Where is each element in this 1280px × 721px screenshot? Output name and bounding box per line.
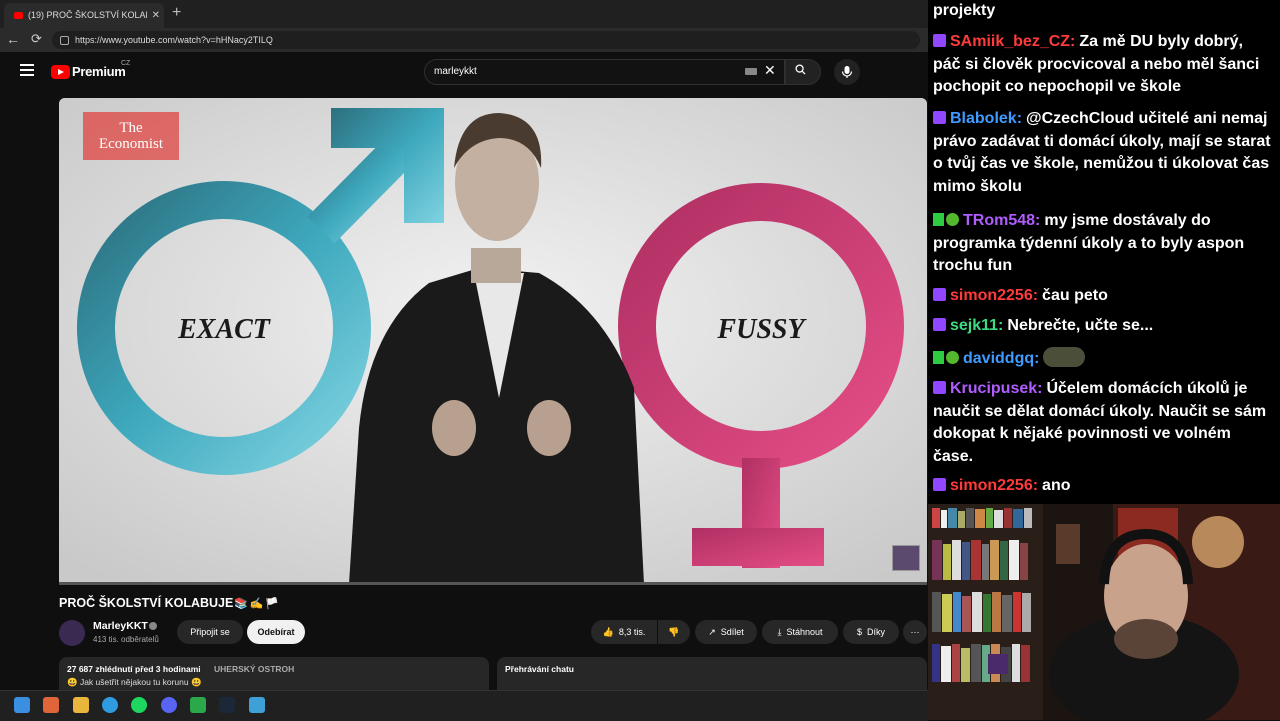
download-label: Stáhnout — [786, 627, 823, 637]
microphone-icon — [841, 66, 853, 78]
chat-message: projekty — [933, 0, 1273, 23]
discord-icon[interactable] — [161, 697, 177, 713]
logo-text[interactable]: Premium — [72, 64, 126, 79]
edge-browser-icon[interactable] — [102, 697, 118, 713]
hamburger-menu-icon[interactable] — [20, 64, 34, 76]
channel-avatar[interactable] — [59, 620, 85, 646]
webcam-feed — [928, 504, 1280, 720]
share-button[interactable]: ↗ Sdílet — [695, 620, 757, 644]
economist-logo-line1: The — [119, 120, 143, 136]
economist-logo-line2: Economist — [99, 136, 164, 152]
twitch-badge-icon — [933, 478, 946, 491]
download-icon: ⤓ — [777, 626, 782, 637]
video-title: PROČ ŠKOLSTVÍ KOLABUJE — [59, 596, 234, 610]
browser-tab[interactable]: (19) PROČ ŠKOLSTVÍ KOLABUJE 📚 ✍️ 🏳️ ✕ — [4, 3, 164, 28]
gift-badge-icon — [946, 213, 959, 226]
like-button[interactable]: 👍 8,3 tis. — [591, 620, 657, 644]
chat-username[interactable]: sejk11: — [950, 317, 1003, 334]
chat-username[interactable]: daviddgq: — [963, 350, 1039, 367]
download-button[interactable]: ⤓ Stáhnout — [762, 620, 838, 644]
tab-close-icon[interactable]: ✕ — [152, 10, 160, 21]
chat-message: TRom548: my jsme dostávaly do programka t… — [933, 210, 1273, 278]
more-actions-button[interactable]: ··· — [903, 620, 927, 644]
video-frame: The Economist EXACT FUSSY — [59, 98, 927, 584]
channel-watermark-icon[interactable] — [892, 545, 920, 571]
twitch-badge-icon — [933, 381, 946, 394]
chat-message: sejk11: Nebrečte, učte se... — [933, 315, 1273, 338]
thumbs-down-icon: 👎 — [668, 626, 680, 637]
chat-username[interactable]: simon2256: — [950, 287, 1038, 304]
video-title-emojis: 📚✍️🏳️ — [234, 598, 282, 610]
chat-username[interactable]: SAmiik_bez_CZ: — [950, 33, 1075, 50]
chat-text: ano — [1042, 477, 1071, 494]
chat-message: simon2256: čau peto — [933, 285, 1273, 308]
video-progress-bar[interactable] — [59, 582, 927, 585]
verified-check-icon — [149, 622, 157, 630]
thanks-icon: $ — [856, 627, 862, 637]
thumbs-up-icon: 👍 — [602, 626, 614, 637]
chat-message: simon2256: ano — [933, 475, 1273, 498]
location-tag[interactable]: UHERSKÝ OSTROH — [214, 664, 294, 674]
app-icon[interactable] — [190, 697, 206, 713]
chat-username[interactable]: Krucipusek: — [950, 380, 1042, 397]
webcam-scene — [928, 504, 1280, 720]
chat-message: Krucipusek: Účelem domácích úkolů je nauč… — [933, 378, 1273, 468]
chat-username[interactable]: simon2256: — [950, 477, 1038, 494]
video-player[interactable]: The Economist EXACT FUSSY — [59, 98, 927, 584]
region-code: CZ — [121, 60, 131, 67]
search-input[interactable] — [424, 59, 785, 85]
description-snippet: 😃 Jak ušetřit nějakou tu korunu 😃 — [67, 677, 202, 687]
cat-emote-icon — [1043, 347, 1086, 367]
spotify-icon[interactable] — [131, 697, 147, 713]
dislike-button[interactable]: 👎 — [658, 620, 690, 644]
channel-name[interactable]: MarleyKKT — [93, 620, 148, 632]
chat-message: SAmiik_bez_CZ: Za mě DU byly dobrý, páč s… — [933, 31, 1273, 99]
twitch-badge-icon — [933, 34, 946, 47]
site-info-icon[interactable] — [60, 35, 69, 45]
file-explorer-icon[interactable] — [73, 697, 89, 713]
thanks-label: Díky — [867, 627, 885, 637]
twitch-badge-icon — [933, 288, 946, 301]
share-label: Sdílet — [720, 627, 744, 637]
chat-username[interactable]: TRom548: — [963, 212, 1040, 229]
join-button[interactable]: Připojit se — [177, 620, 243, 644]
search-icon — [795, 64, 806, 75]
clear-search-icon[interactable]: ✕ — [764, 62, 776, 79]
chat-text: Nebrečte, učte se... — [1007, 317, 1154, 334]
subscriber-count: 413 tis. odběratelů — [93, 635, 159, 644]
chat-replay-label: Přehrávání chatu — [505, 664, 574, 674]
url-field[interactable]: https://www.youtube.com/watch?v=hHNacy2T… — [52, 31, 920, 49]
chat-text: čau peto — [1042, 287, 1108, 304]
chat-username[interactable]: Blabolek: — [950, 110, 1022, 127]
youtube-favicon-icon — [14, 12, 23, 19]
exact-label: EXACT — [177, 314, 272, 345]
like-count: 8,3 tis. — [618, 627, 646, 637]
gift-badge-icon — [946, 351, 959, 364]
keyboard-icon[interactable] — [745, 68, 757, 75]
view-stats: 27 687 zhlédnutí před 3 hodinami — [67, 664, 201, 674]
share-icon: ↗ — [708, 626, 716, 637]
kick-badge-icon — [933, 213, 944, 226]
notepad-icon[interactable] — [249, 697, 265, 713]
search-input-value[interactable]: marleykkt — [434, 66, 477, 77]
twitch-badge-icon — [933, 318, 946, 331]
new-tab-button[interactable]: + — [172, 4, 181, 22]
subscribe-button[interactable]: Odebírat — [247, 620, 305, 644]
voice-search-button[interactable] — [834, 59, 860, 85]
url-text: https://www.youtube.com/watch?v=hHNacy2T… — [75, 35, 273, 45]
chat-message: Blabolek: @CzechCloud učitelé ani nemaj p… — [933, 108, 1273, 198]
thanks-button[interactable]: $ Díky — [843, 620, 899, 644]
back-arrow-icon[interactable]: ← — [6, 31, 20, 47]
copilot-icon[interactable] — [43, 697, 59, 713]
fussy-label: FUSSY — [716, 314, 807, 345]
chat-message: daviddgq: — [933, 347, 1273, 371]
tab-title: (19) PROČ ŠKOLSTVÍ KOLABUJE 📚 ✍️ 🏳️ — [28, 10, 147, 20]
twitch-badge-icon — [933, 111, 946, 124]
reload-icon[interactable]: ⟳ — [31, 31, 42, 47]
youtube-logo-icon[interactable] — [51, 65, 70, 79]
kick-badge-icon — [933, 351, 944, 364]
chat-text: projekty — [933, 2, 996, 19]
steam-icon[interactable] — [219, 697, 235, 713]
windows-start-icon[interactable] — [14, 697, 30, 713]
